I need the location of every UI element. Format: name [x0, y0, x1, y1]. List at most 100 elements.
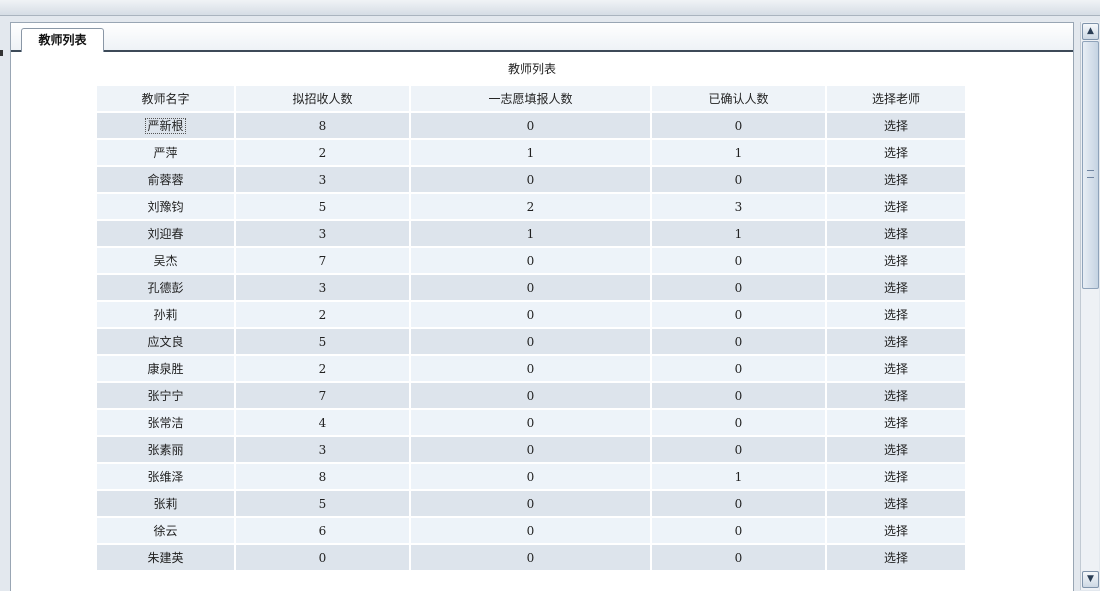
- confirmed-cell: 3: [734, 199, 743, 214]
- select-teacher-link[interactable]: 选择: [884, 200, 908, 214]
- table-row: 张素丽 3 0 0 选择: [97, 437, 965, 462]
- teacher-name-cell: 严新根: [145, 118, 186, 134]
- confirmed-cell: 0: [734, 253, 743, 268]
- select-teacher-link[interactable]: 选择: [884, 443, 908, 457]
- teacher-name-cell-container: 张素丽: [97, 437, 234, 462]
- quota-cell: 3: [318, 442, 327, 457]
- quota-cell: 5: [318, 496, 327, 511]
- quota-cell: 8: [318, 118, 327, 133]
- teacher-name-cell-container: 吴杰: [97, 248, 234, 273]
- select-teacher-link-container: 选择: [827, 356, 965, 381]
- select-teacher-link[interactable]: 选择: [884, 227, 908, 241]
- select-teacher-link[interactable]: 选择: [884, 524, 908, 538]
- first-choice-cell-container: 0: [411, 275, 650, 300]
- teacher-name-cell: 孔德彭: [147, 281, 184, 295]
- table-row: 康泉胜 2 0 0 选择: [97, 356, 965, 381]
- quota-cell-container: 2: [236, 356, 409, 381]
- select-teacher-link[interactable]: 选择: [884, 551, 908, 565]
- quota-cell: 7: [318, 253, 327, 268]
- first-choice-cell: 0: [526, 307, 535, 322]
- teacher-table: 教师名字 拟招收人数 一志愿填报人数 已确认人数 选择老师 严新根 8 0 0 选择 严萍…: [95, 84, 967, 572]
- table-row: 朱建英 0 0 0 选择: [97, 545, 965, 570]
- first-choice-cell-container: 0: [411, 302, 650, 327]
- teacher-name-cell-container: 张常洁: [97, 410, 234, 435]
- confirmed-cell: 0: [734, 442, 743, 457]
- first-choice-cell-container: 0: [411, 113, 650, 138]
- select-teacher-link-container: 选择: [827, 491, 965, 516]
- first-choice-cell-container: 0: [411, 167, 650, 192]
- select-teacher-link[interactable]: 选择: [884, 362, 908, 376]
- teacher-name-cell: 严萍: [153, 146, 178, 160]
- select-teacher-link-container: 选择: [827, 194, 965, 219]
- select-teacher-link[interactable]: 选择: [884, 254, 908, 268]
- first-choice-cell-container: 0: [411, 383, 650, 408]
- select-teacher-link-container: 选择: [827, 410, 965, 435]
- first-choice-cell-container: 0: [411, 545, 650, 570]
- quota-cell: 4: [318, 415, 327, 430]
- confirmed-cell: 1: [734, 145, 743, 160]
- confirmed-cell: 0: [734, 550, 743, 565]
- column-header-first-choice: 一志愿填报人数: [411, 86, 650, 111]
- quota-cell-container: 6: [236, 518, 409, 543]
- confirmed-cell-container: 0: [652, 437, 825, 462]
- teacher-name-cell: 张维泽: [147, 470, 184, 484]
- teacher-name-cell-container: 俞蓉蓉: [97, 167, 234, 192]
- teacher-name-cell: 张素丽: [147, 443, 184, 457]
- select-teacher-link[interactable]: 选择: [884, 146, 908, 160]
- scroll-down-arrow-icon[interactable]: ▼: [1082, 571, 1099, 588]
- scroll-up-arrow-icon[interactable]: ▲: [1082, 23, 1099, 40]
- confirmed-cell-container: 0: [652, 113, 825, 138]
- select-teacher-link[interactable]: 选择: [884, 335, 908, 349]
- confirmed-cell: 0: [734, 415, 743, 430]
- teacher-name-cell-container: 严新根: [97, 113, 234, 138]
- table-row: 孔德彭 3 0 0 选择: [97, 275, 965, 300]
- teacher-name-cell-container: 张维泽: [97, 464, 234, 489]
- first-choice-cell: 0: [526, 469, 535, 484]
- vertical-scrollbar[interactable]: ▲ ▼: [1080, 22, 1099, 590]
- select-teacher-link-container: 选择: [827, 113, 965, 138]
- select-teacher-link[interactable]: 选择: [884, 497, 908, 511]
- quota-cell: 0: [318, 550, 327, 565]
- confirmed-cell-container: 0: [652, 356, 825, 381]
- select-teacher-link[interactable]: 选择: [884, 389, 908, 403]
- confirmed-cell: 0: [734, 172, 743, 187]
- quota-cell: 7: [318, 388, 327, 403]
- teacher-name-cell: 孙莉: [153, 308, 178, 322]
- select-teacher-link[interactable]: 选择: [884, 308, 908, 322]
- select-teacher-link-container: 选择: [827, 518, 965, 543]
- confirmed-cell-container: 1: [652, 221, 825, 246]
- select-teacher-link-container: 选择: [827, 167, 965, 192]
- table-row: 严新根 8 0 0 选择: [97, 113, 965, 138]
- scrollbar-grip-icon: [1087, 170, 1094, 178]
- first-choice-cell: 0: [526, 253, 535, 268]
- select-teacher-link[interactable]: 选择: [884, 281, 908, 295]
- first-choice-cell-container: 0: [411, 491, 650, 516]
- select-teacher-link[interactable]: 选择: [884, 119, 908, 133]
- tab-teacher-list[interactable]: 教师列表: [21, 28, 104, 52]
- select-teacher-link[interactable]: 选择: [884, 470, 908, 484]
- table-row: 张维泽 8 0 1 选择: [97, 464, 965, 489]
- teacher-name-cell: 张莉: [153, 497, 178, 511]
- quota-cell-container: 8: [236, 464, 409, 489]
- left-edge-marker: [0, 50, 3, 56]
- teacher-name-cell-container: 张莉: [97, 491, 234, 516]
- confirmed-cell: 0: [734, 118, 743, 133]
- confirmed-cell-container: 0: [652, 491, 825, 516]
- select-teacher-link[interactable]: 选择: [884, 173, 908, 187]
- confirmed-cell: 0: [734, 334, 743, 349]
- select-teacher-link[interactable]: 选择: [884, 416, 908, 430]
- first-choice-cell-container: 0: [411, 356, 650, 381]
- select-teacher-link-container: 选择: [827, 275, 965, 300]
- first-choice-cell-container: 2: [411, 194, 650, 219]
- first-choice-cell: 0: [526, 172, 535, 187]
- tab-panel: 教师列表 教师列表 教师名字 拟招收人数 一志愿填报人数 已确认人数 选择老师 …: [10, 22, 1074, 591]
- table-row: 吴杰 7 0 0 选择: [97, 248, 965, 273]
- scrollbar-thumb[interactable]: [1082, 41, 1099, 289]
- top-toolbar: [0, 0, 1100, 16]
- first-choice-cell-container: 0: [411, 248, 650, 273]
- first-choice-cell: 0: [526, 388, 535, 403]
- first-choice-cell-container: 0: [411, 437, 650, 462]
- teacher-name-cell: 徐云: [153, 524, 178, 538]
- quota-cell: 8: [318, 469, 327, 484]
- quota-cell-container: 5: [236, 329, 409, 354]
